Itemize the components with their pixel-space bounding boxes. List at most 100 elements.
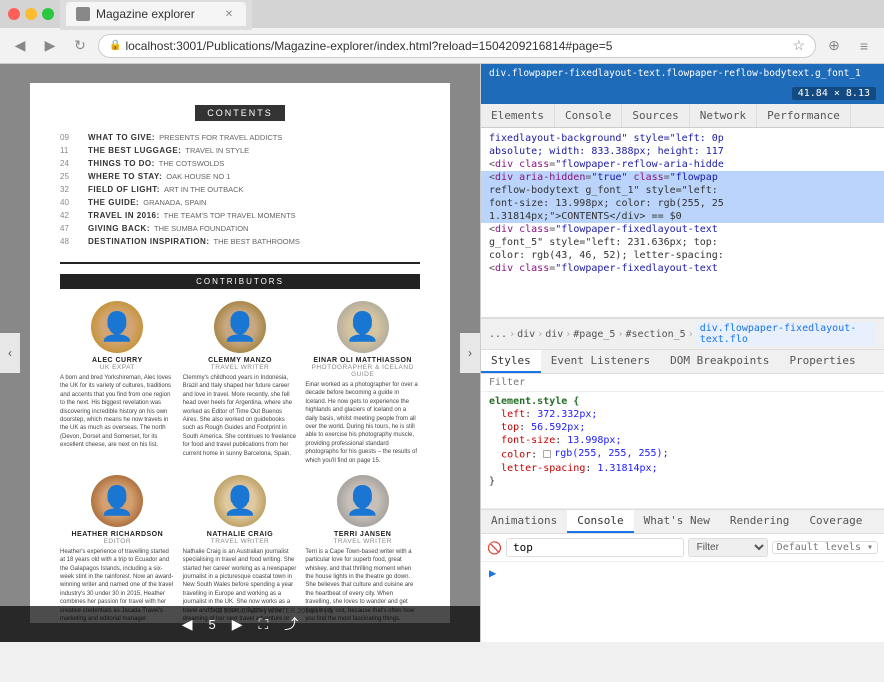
prev-page-button[interactable]: ‹	[0, 333, 20, 373]
bc-section5[interactable]: #section_5	[625, 329, 685, 340]
html-line-8: <div class="flowpaper-fixedlayout-text	[481, 262, 884, 275]
toc-item-3: 24 THINGS TO DO: THE COTSWOLDS	[60, 159, 420, 168]
console-arrow[interactable]: ▶	[489, 566, 496, 580]
console-default-levels[interactable]: Default levels ▾	[772, 541, 878, 554]
extensions-button[interactable]: ⊕	[822, 34, 846, 58]
styles-tabs: Styles Event Listeners DOM Breakpoints P…	[481, 350, 884, 374]
tab-dom-breakpoints[interactable]: DOM Breakpoints	[660, 350, 779, 373]
tab-close-button[interactable]: ✕	[222, 7, 236, 21]
bc-div-2[interactable]: div	[545, 329, 563, 340]
toc-desc: THE COTSWOLDS	[159, 159, 224, 168]
toc-num: 09	[60, 133, 88, 142]
main-content: CONTENTS 09 WHAT TO GIVE: PRESENTS FOR T…	[0, 64, 884, 642]
address-bar[interactable]: 🔒 localhost:3001/Publications/Magazine-e…	[98, 34, 816, 58]
tab-coverage[interactable]: Coverage	[799, 510, 872, 533]
contributor-role: TRAVEL WRITER	[183, 538, 298, 545]
fullscreen-button[interactable]: ⛶	[258, 616, 268, 633]
scroll-left-button[interactable]: ◀	[182, 616, 193, 633]
bc-page5[interactable]: #page_5	[573, 329, 615, 340]
html-line-7: color: rgb(43, 46, 52); letter-spacing:	[481, 249, 884, 262]
html-line-2: absolute; width: 833.388px; height: 117	[481, 145, 884, 158]
bc-active-element[interactable]: div.flowpaper-fixedlayout-text.flo	[696, 322, 876, 346]
tab-performance[interactable]: Performance	[757, 104, 851, 127]
contributor-role: TRAVEL WRITER	[183, 364, 298, 371]
back-button[interactable]: ◀	[8, 34, 32, 58]
toc-num: 42	[60, 211, 88, 220]
contributor-bio: Einar worked as a photographer for over …	[305, 381, 420, 465]
toc-desc: OAK HOUSE NO 1	[166, 172, 230, 181]
contributor-role: UK EXPAT	[60, 364, 175, 371]
toc-num: 25	[60, 172, 88, 181]
bc-div-1[interactable]: div	[517, 329, 535, 340]
toc-item-7: 42 TRAVEL IN 2016: THE TEAM'S TOP TRAVEL…	[60, 211, 420, 220]
contributor-name: NATHALIE CRAIG	[183, 531, 298, 538]
share-button[interactable]: ⤴	[284, 614, 298, 634]
contributor-photo-terri	[337, 475, 389, 527]
bc-ellipsis[interactable]: ...	[489, 329, 507, 340]
tab-console-bottom[interactable]: Console	[567, 510, 633, 533]
console-input-row: 🚫 Filter Default levels ▾	[481, 534, 884, 562]
style-prop: color	[501, 450, 531, 461]
contributor-name: CLEMMY MANZO	[183, 357, 298, 364]
console-input[interactable]	[506, 538, 684, 557]
minimize-button[interactable]	[25, 8, 37, 20]
toc-title: THE BEST LUGGAGE:	[88, 146, 181, 155]
style-rule-top: top: 56.592px;	[489, 422, 876, 433]
refresh-button[interactable]: ↻	[68, 34, 92, 58]
tab-sources[interactable]: Sources	[622, 104, 689, 127]
next-icon: ›	[468, 346, 472, 360]
tab-console[interactable]: Console	[555, 104, 622, 127]
maximize-button[interactable]	[42, 8, 54, 20]
contents-box: CONTENTS	[195, 105, 285, 121]
toc-num: 40	[60, 198, 88, 207]
close-button[interactable]	[8, 8, 20, 20]
contributors-header: CONTRIBUTORS	[60, 274, 420, 289]
toc-item-5: 32 FIELD OF LIGHT: ART IN THE OUTBACK	[60, 185, 420, 194]
toc-num: 11	[60, 146, 88, 155]
toc-num: 24	[60, 159, 88, 168]
filter-input[interactable]	[531, 377, 876, 388]
html-line-highlighted-2: reflow-bodytext g_font_1" style="left:	[481, 184, 884, 197]
tab-rendering[interactable]: Rendering	[720, 510, 800, 533]
tab-styles[interactable]: Styles	[481, 350, 541, 373]
contributor-name: TERRI JANSEN	[305, 531, 420, 538]
browser-chrome: Magazine explorer ✕ ◀ ▶ ↻ 🔒 localhost:30…	[0, 0, 884, 64]
next-page-button[interactable]: ›	[460, 333, 480, 373]
console-filter-select[interactable]: Filter	[688, 538, 768, 557]
menu-button[interactable]: ≡	[852, 34, 876, 58]
forward-button[interactable]: ▶	[38, 34, 62, 58]
contributors-grid-row2: HEATHER RICHARDSON EDITOR Heather's expe…	[60, 475, 420, 623]
tab-properties[interactable]: Properties	[779, 350, 865, 373]
browser-tab[interactable]: Magazine explorer ✕	[66, 2, 246, 26]
tab-animations[interactable]: Animations	[481, 510, 567, 533]
contributor-name: EINAR OLI MATTHIASSON	[305, 357, 420, 364]
toc-num: 32	[60, 185, 88, 194]
toc-item-4: 25 WHERE TO STAY: OAK HOUSE NO 1	[60, 172, 420, 181]
scroll-right-button[interactable]: ▶	[232, 616, 243, 633]
html-pane[interactable]: fixedlayout-background" style="left: 0p …	[481, 128, 884, 318]
contributor-clemmy: CLEMMY MANZO TRAVEL WRITER Clemmy's chil…	[183, 301, 298, 465]
html-text: fixedlayout-background" style="left: 0p	[489, 133, 724, 144]
style-val: 56.592px;	[531, 422, 585, 433]
tab-elements[interactable]: Elements	[481, 104, 555, 127]
color-swatch-box[interactable]	[543, 450, 551, 458]
element-bar: div.flowpaper-fixedlayout-text.flowpaper…	[481, 64, 884, 104]
contributor-role: TRAVEL WRITER	[305, 538, 420, 545]
contributor-bio: Clemmy's childhood years in Indonesia, B…	[183, 374, 298, 458]
toc-title: WHERE TO STAY:	[88, 172, 162, 181]
toc-desc: GRANADA, SPAIN	[143, 198, 206, 207]
tab-event-listeners[interactable]: Event Listeners	[541, 350, 660, 373]
console-clear-icon[interactable]: 🚫	[487, 541, 502, 555]
toc-num: 47	[60, 224, 88, 233]
tab-network[interactable]: Network	[690, 104, 757, 127]
devtools-tabs: Elements Console Sources Network Perform…	[481, 104, 884, 128]
contributor-photo-alec	[91, 301, 143, 353]
element-path: div.flowpaper-fixedlayout-text.flowpaper…	[489, 68, 861, 79]
toc-item-2: 11 THE BEST LUGGAGE: TRAVEL IN STYLE	[60, 146, 420, 155]
tab-whats-new[interactable]: What's New	[634, 510, 720, 533]
contributor-terri: TERRI JANSEN TRAVEL WRITER Terri is a Ca…	[305, 475, 420, 623]
nav-bar: ◀ ▶ ↻ 🔒 localhost:3001/Publications/Maga…	[0, 28, 884, 64]
bookmark-icon[interactable]: ☆	[792, 37, 805, 54]
toc-desc: THE SUMBA FOUNDATION	[154, 224, 248, 233]
console-bottom-tabs: Animations Console What's New Rendering …	[481, 509, 884, 534]
